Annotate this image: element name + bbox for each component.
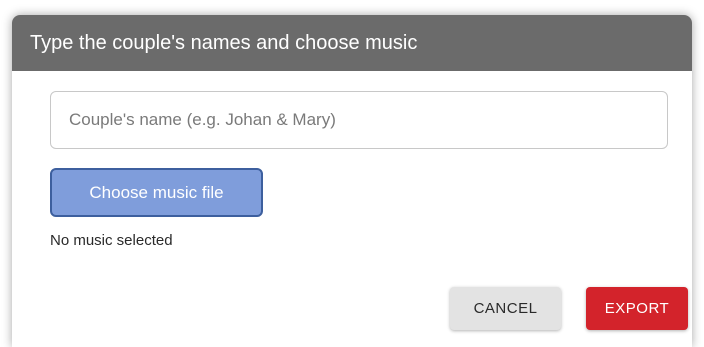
choose-music-button-label: Choose music file [89, 182, 224, 202]
music-dialog: Type the couple's names and choose music… [12, 15, 692, 347]
dialog-title: Type the couple's names and choose music [30, 31, 418, 54]
dialog-header: Type the couple's names and choose music [12, 15, 692, 71]
music-status-text: No music selected [50, 232, 173, 249]
choose-music-button[interactable]: Choose music file [50, 168, 263, 217]
cancel-button-label: CANCEL [473, 300, 538, 317]
cancel-button[interactable]: CANCEL [450, 287, 561, 330]
couple-name-input[interactable] [50, 91, 668, 149]
export-button-label: EXPORT [604, 300, 670, 317]
export-button[interactable]: EXPORT [586, 287, 688, 330]
